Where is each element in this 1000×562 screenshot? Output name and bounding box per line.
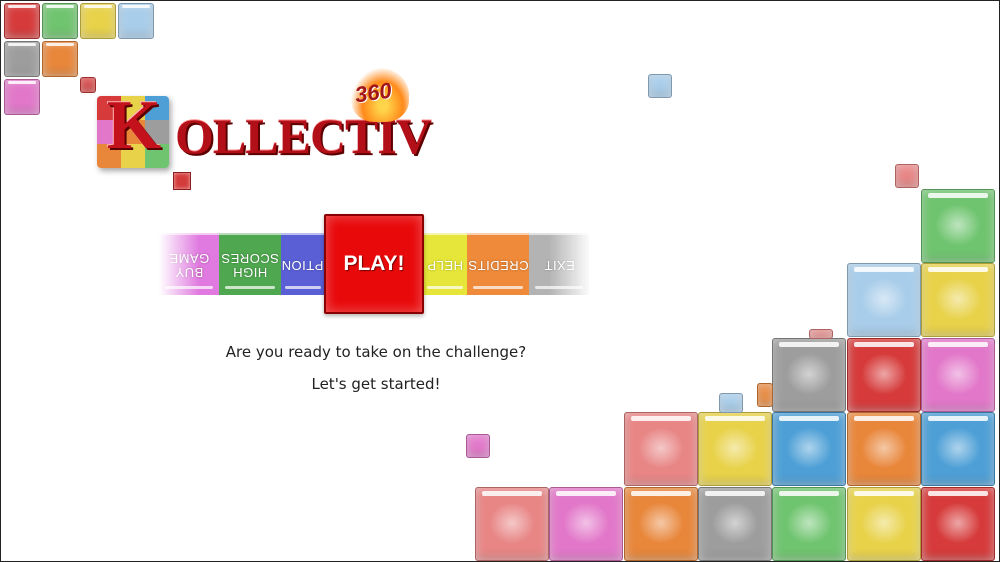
menu-item-buy-game[interactable]: BUY GAME: [159, 233, 219, 295]
menu-item-label: OPTIONS: [281, 258, 325, 273]
block-tile: [80, 3, 116, 39]
menu-item-label: CREDITS: [467, 258, 529, 273]
block-tile: [698, 412, 772, 486]
menu-item-exit[interactable]: EXIT: [529, 233, 589, 295]
block-tile: [757, 383, 773, 407]
block-tile: [921, 487, 995, 561]
block-tile: [42, 3, 78, 39]
block-tile: [772, 338, 846, 412]
block-tile: [4, 3, 40, 39]
block-tile: [466, 434, 490, 458]
game-screen: K OLLECTIV 360 BUY GAME HIGH SCORESOPTION…: [0, 0, 1000, 562]
block-tile: [895, 164, 919, 188]
block-tile: [698, 487, 772, 561]
block-tile: [847, 412, 921, 486]
menu-item-high-scores[interactable]: HIGH SCORES: [219, 233, 281, 295]
menu-item-label: HELP: [427, 258, 463, 273]
block-tile: [648, 74, 672, 98]
block-tile: [4, 41, 40, 77]
play-button[interactable]: PLAY!: [324, 214, 424, 314]
block-tile: [118, 3, 154, 39]
menu-item-options[interactable]: OPTIONS: [281, 233, 325, 295]
logo-badge: 360: [353, 77, 394, 108]
block-tile: [772, 487, 846, 561]
play-label: PLAY!: [343, 252, 405, 275]
block-tile: [921, 412, 995, 486]
block-tile: [809, 329, 833, 339]
challenge-message: Are you ready to take on the challenge?: [225, 343, 527, 361]
start-message: Let's get started!: [311, 375, 441, 393]
block-tile: [549, 487, 623, 561]
block-tile: [4, 79, 40, 115]
menu-item-label: EXIT: [543, 258, 575, 273]
menu-item-credits[interactable]: CREDITS: [467, 233, 529, 295]
block-tile: [847, 487, 921, 561]
logo-accent-square: [173, 172, 191, 190]
block-tile: [719, 393, 743, 413]
logo-letter-k: K: [106, 87, 162, 164]
block-tile: [624, 487, 698, 561]
block-tile: [772, 412, 846, 486]
menu-item-label: HIGH SCORES: [221, 251, 279, 280]
block-tile: [42, 41, 78, 77]
block-tile: [624, 412, 698, 486]
menu-item-label: BUY GAME: [168, 251, 210, 280]
block-tile: [847, 263, 921, 337]
block-tile: [847, 338, 921, 412]
block-tile: [921, 338, 995, 412]
block-tile: [921, 263, 995, 337]
game-logo: K OLLECTIV 360: [93, 66, 432, 196]
menu-item-help[interactable]: HELP: [423, 233, 467, 295]
block-tile: [475, 487, 549, 561]
block-tile: [921, 189, 995, 263]
